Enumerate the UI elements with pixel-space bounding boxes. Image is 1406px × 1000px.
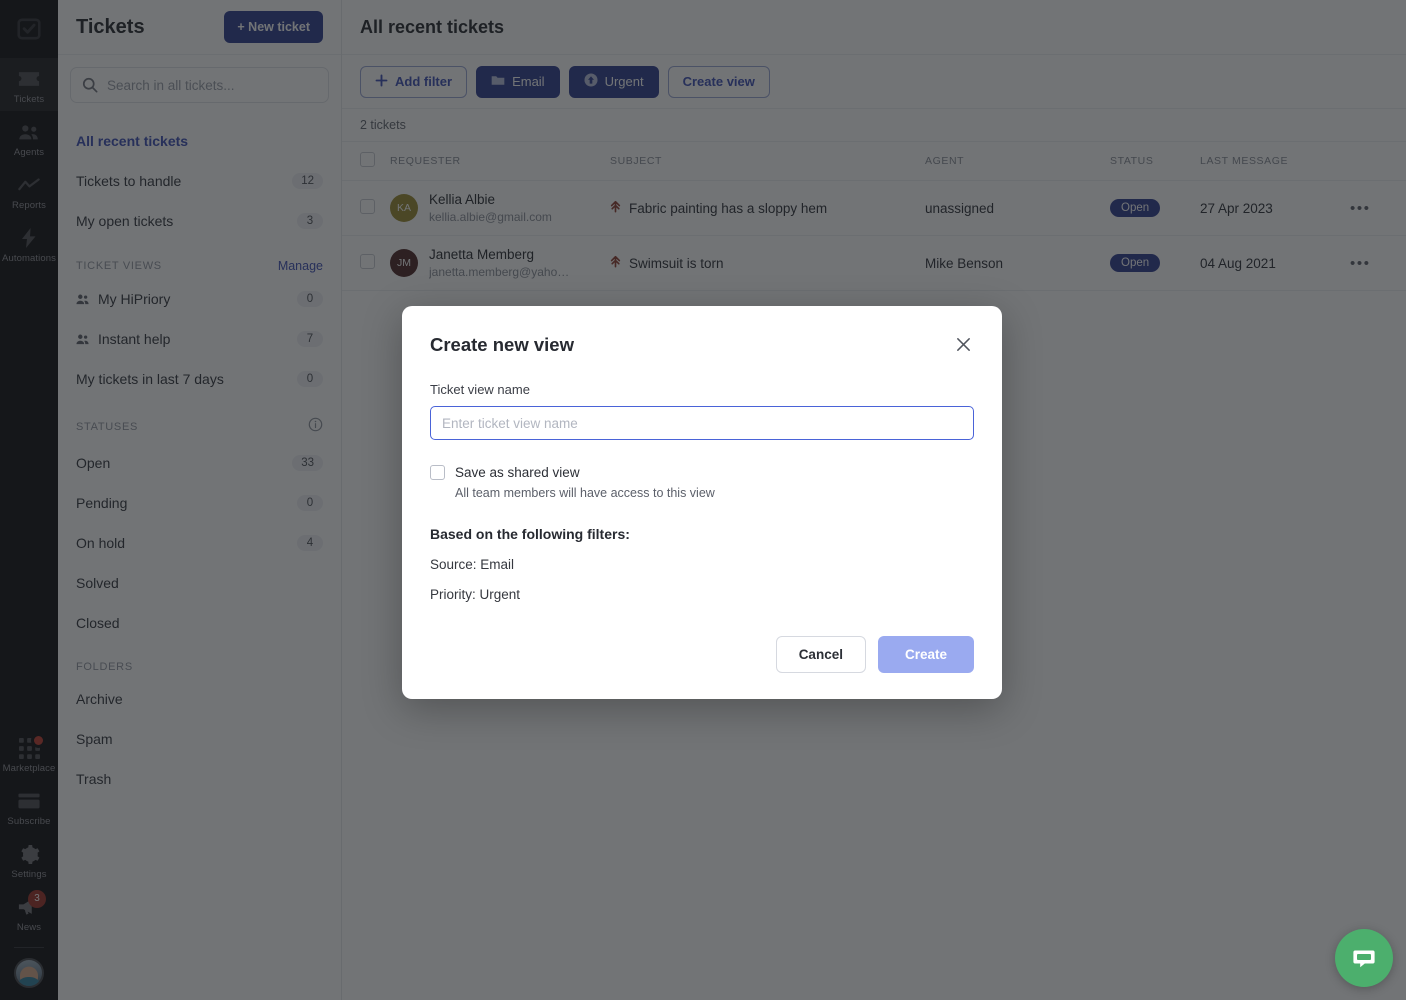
create-button[interactable]: Create bbox=[878, 636, 974, 673]
save-as-shared-checkbox[interactable] bbox=[430, 465, 445, 480]
ticket-view-name-label: Ticket view name bbox=[430, 382, 974, 397]
dialog-header: Create new view bbox=[430, 334, 974, 356]
close-icon-svg bbox=[955, 336, 972, 353]
dialog-title: Create new view bbox=[430, 334, 574, 356]
shared-view-row[interactable]: Save as shared view bbox=[430, 465, 974, 480]
app-root: Tickets Agents Reports bbox=[0, 0, 1406, 1000]
save-as-shared-label: Save as shared view bbox=[455, 465, 580, 480]
ticket-view-name-input[interactable] bbox=[430, 406, 974, 440]
based-on-filters-heading: Based on the following filters: bbox=[430, 526, 974, 542]
shared-view-hint: All team members will have access to thi… bbox=[455, 486, 974, 500]
filter-line-source: Source: Email bbox=[430, 557, 974, 572]
dialog-footer: Cancel Create bbox=[430, 636, 974, 673]
close-icon[interactable] bbox=[953, 334, 974, 355]
create-new-view-dialog: Create new view Ticket view name Save as… bbox=[402, 306, 1002, 699]
filter-line-priority: Priority: Urgent bbox=[430, 587, 974, 602]
chat-bubble-icon bbox=[1351, 945, 1377, 971]
cancel-button[interactable]: Cancel bbox=[776, 636, 866, 673]
chat-widget-button[interactable] bbox=[1335, 929, 1393, 987]
